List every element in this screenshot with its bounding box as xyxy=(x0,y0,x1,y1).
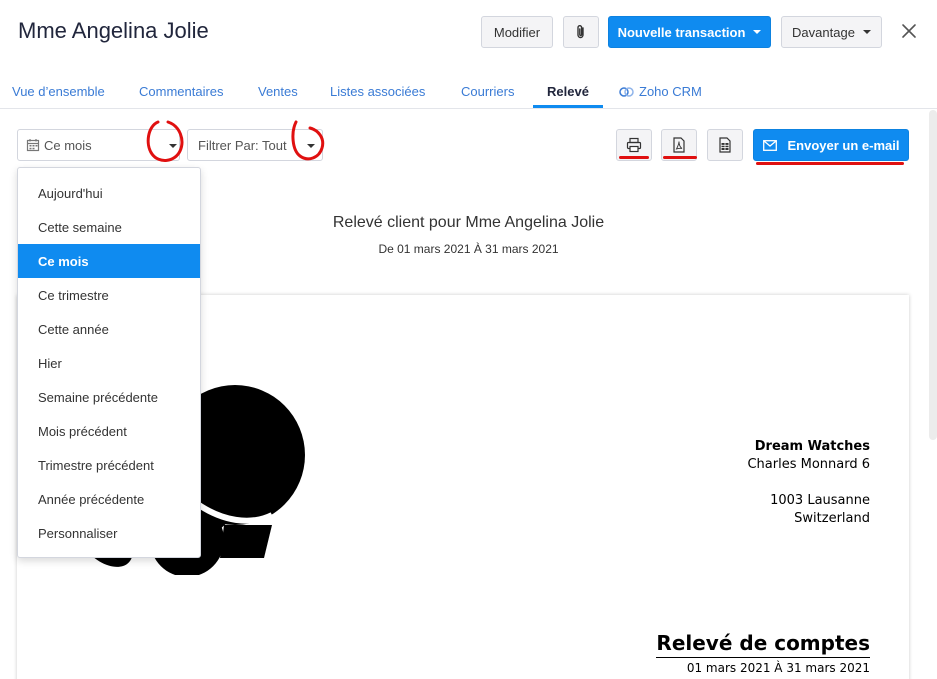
menu-item-ce-mois[interactable]: Ce mois xyxy=(18,244,200,278)
printer-icon xyxy=(626,137,642,153)
tab-ventes[interactable]: Ventes xyxy=(258,84,298,99)
annotation-circle xyxy=(291,120,325,161)
menu-item-trimestre-precedent[interactable]: Trimestre précédent xyxy=(18,448,200,482)
davantage-label: Davantage xyxy=(792,24,855,40)
menu-item-cette-annee[interactable]: Cette année xyxy=(18,312,200,346)
tab-courriers[interactable]: Courriers xyxy=(461,84,514,99)
menu-item-personnaliser[interactable]: Personnaliser xyxy=(18,516,200,550)
annotation-underline xyxy=(663,156,697,159)
tab-listes-associees[interactable]: Listes associées xyxy=(330,84,425,99)
caret-down-icon xyxy=(862,30,871,34)
address-line: 1003 Lausanne xyxy=(770,493,870,508)
tab-zoho-crm[interactable]: Zoho CRM xyxy=(618,84,702,99)
company-address: Dream Watches Charles Monnard 6 1003 Lau… xyxy=(747,438,870,528)
paperclip-icon xyxy=(577,25,584,39)
annotation-underline xyxy=(619,156,649,159)
excel-button[interactable] xyxy=(707,129,743,161)
tab-bar: Vue d’ensemble Commentaires Ventes Liste… xyxy=(0,78,937,109)
close-button[interactable] xyxy=(898,20,920,42)
scrollbar[interactable] xyxy=(929,110,937,440)
spreadsheet-icon xyxy=(719,137,731,153)
annotation-circle xyxy=(146,120,184,162)
calendar-icon xyxy=(26,139,40,152)
menu-item-annee-precedente[interactable]: Année précédente xyxy=(18,482,200,516)
pdf-icon xyxy=(673,137,685,153)
attach-button[interactable] xyxy=(563,16,599,48)
filter-select-value: Filtrer Par: Tout xyxy=(198,137,287,153)
menu-item-mois-precedent[interactable]: Mois précédent xyxy=(18,414,200,448)
send-email-button[interactable]: Envoyer un e-mail xyxy=(753,129,909,161)
active-tab-indicator xyxy=(533,105,603,108)
tab-commentaires[interactable]: Commentaires xyxy=(139,84,224,99)
close-icon xyxy=(902,24,916,38)
menu-item-semaine-precedente[interactable]: Semaine précédente xyxy=(18,380,200,414)
envelope-icon xyxy=(762,139,777,151)
send-email-label: Envoyer un e-mail xyxy=(787,137,900,153)
zoho-crm-icon xyxy=(619,86,634,97)
document-range: 01 mars 2021 À 31 mars 2021 xyxy=(686,661,870,675)
davantage-button[interactable]: Davantage xyxy=(781,16,882,48)
caret-down-icon xyxy=(753,30,762,34)
page-title: Mme Angelina Jolie xyxy=(18,18,209,43)
annotation-underline xyxy=(756,162,904,165)
address-line: Charles Monnard 6 xyxy=(747,457,870,472)
period-dropdown-menu: Aujourd'hui Cette semaine Ce mois Ce tri… xyxy=(17,167,201,558)
menu-item-aujourdhui[interactable]: Aujourd'hui xyxy=(18,176,200,210)
tab-zoho-crm-label: Zoho CRM xyxy=(639,84,702,99)
tab-vue-ensemble[interactable]: Vue d’ensemble xyxy=(12,84,105,99)
period-select-value: Ce mois xyxy=(44,137,92,153)
nouvelle-transaction-label: Nouvelle transaction xyxy=(617,24,746,40)
tab-releve[interactable]: Relevé xyxy=(547,84,589,99)
menu-item-cette-semaine[interactable]: Cette semaine xyxy=(18,210,200,244)
menu-item-hier[interactable]: Hier xyxy=(18,346,200,380)
document-heading: Relevé de comptes xyxy=(656,631,870,658)
address-line: Switzerland xyxy=(794,511,870,526)
nouvelle-transaction-button[interactable]: Nouvelle transaction xyxy=(608,16,771,48)
modifier-button[interactable]: Modifier xyxy=(481,16,553,48)
menu-item-ce-trimestre[interactable]: Ce trimestre xyxy=(18,278,200,312)
company-name: Dream Watches xyxy=(754,439,870,454)
